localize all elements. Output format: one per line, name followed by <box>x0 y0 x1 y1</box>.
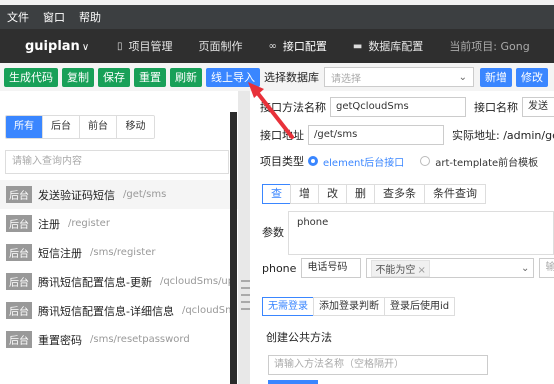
annotation-arrow-icon <box>248 82 294 139</box>
